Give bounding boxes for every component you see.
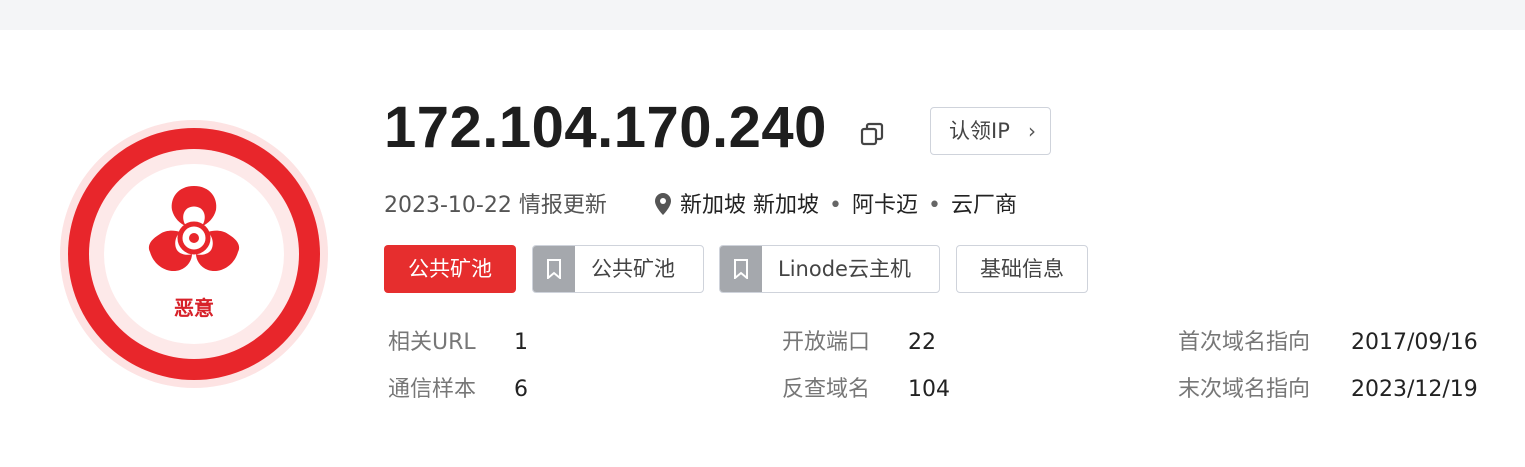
org-text: 阿卡迈: [851, 193, 918, 218]
category-text: 云厂商: [950, 193, 1017, 218]
separator-dot: •: [829, 193, 842, 218]
stat-value: 6: [514, 377, 528, 402]
stat-value: 2023/12/19: [1351, 377, 1478, 402]
copy-icon[interactable]: [858, 120, 886, 148]
tag-label: Linode云主机: [778, 257, 911, 281]
stat-key: 通信样本: [388, 377, 477, 402]
tag-label: 基础信息: [980, 257, 1064, 281]
stat-key: 反查域名: [782, 377, 871, 402]
stat-value: 1: [514, 330, 528, 355]
stat-key: 开放端口: [782, 330, 871, 355]
stat-key: 末次域名指向: [1178, 377, 1311, 402]
stat-related-url[interactable]: 相关URL 1: [388, 325, 528, 361]
top-bar: [0, 0, 1525, 30]
risk-badge: 恶意: [60, 120, 328, 388]
separator-dot: •: [928, 193, 941, 218]
claim-ip-button[interactable]: 认领IP ›: [930, 107, 1051, 155]
tag-public-mining-pool-bookmark[interactable]: 公共矿池: [532, 245, 704, 293]
tag-public-mining-pool[interactable]: 公共矿池: [384, 245, 516, 293]
bookmark-icon: [547, 259, 561, 279]
stat-key: 相关URL: [388, 330, 476, 355]
stat-last-domain-pointing: 末次域名指向 2023/12/19: [1178, 372, 1478, 408]
location-pin-icon: [655, 193, 671, 215]
tag-label: 公共矿池: [591, 257, 675, 281]
stat-first-domain-pointing: 首次域名指向 2017/09/16: [1178, 325, 1478, 361]
claim-ip-label: 认领IP: [949, 119, 1010, 143]
stat-reverse-domains[interactable]: 反查域名 104: [782, 372, 950, 408]
update-date: 2023-10-22 情报更新: [384, 193, 607, 218]
stat-open-ports[interactable]: 开放端口 22: [782, 325, 936, 361]
bookmark-icon: [734, 259, 748, 279]
location-text: 新加坡 新加坡: [680, 193, 819, 218]
ip-address: 172.104.170.240: [384, 95, 827, 160]
tag-label: 公共矿池: [408, 257, 492, 281]
stat-value: 2017/09/16: [1351, 330, 1478, 355]
stat-value: 22: [908, 330, 936, 355]
meta-row: 2023-10-22 情报更新 新加坡 新加坡 • 阿卡迈 • 云厂商: [384, 186, 1017, 226]
stat-value: 104: [908, 377, 950, 402]
stat-communication-samples[interactable]: 通信样本 6: [388, 372, 528, 408]
location-info: 新加坡 新加坡 • 阿卡迈 • 云厂商: [654, 186, 1017, 226]
tag-linode-cloud-host[interactable]: Linode云主机: [719, 245, 940, 293]
stat-key: 首次域名指向: [1178, 330, 1311, 355]
chevron-right-icon: ›: [1028, 119, 1036, 143]
biohazard-icon: [148, 186, 240, 272]
risk-level-label: 恶意: [174, 296, 214, 320]
tag-basic-info[interactable]: 基础信息: [956, 245, 1088, 293]
